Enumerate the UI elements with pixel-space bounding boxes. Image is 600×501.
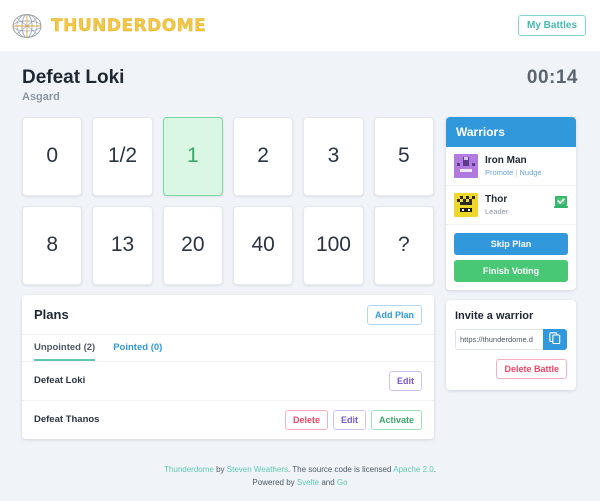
vote-card-13[interactable]: 13: [92, 205, 153, 285]
plan-actions: Edit: [389, 370, 422, 391]
warrior-info: Thor Leader: [485, 194, 547, 216]
finish-voting-button[interactable]: Finish Voting: [454, 259, 568, 282]
nudge-link[interactable]: Nudge: [520, 168, 542, 177]
list-item: Thor Leader: [446, 186, 576, 225]
warrior-info: Iron Man Promote | Nudge: [485, 155, 568, 177]
warrior-name: Iron Man: [485, 154, 527, 166]
promote-link[interactable]: Promote: [485, 168, 513, 177]
warrior-role: Leader: [485, 206, 509, 216]
footer-by-text: by: [213, 465, 227, 475]
main-column: 0 1/2 1 2 3 5 8 13 20 40 100 ? Plans Add…: [22, 116, 434, 439]
vote-card-row-1: 0 1/2 1 2 3 5: [22, 116, 434, 196]
plans-tabs: Unpointed (2) Pointed (0): [22, 335, 434, 362]
footer-license-end: .: [433, 465, 436, 475]
avatar-thor: [454, 192, 478, 217]
plan-name: Defeat Thanos: [34, 414, 100, 426]
tab-pointed[interactable]: Pointed (0): [113, 335, 162, 361]
vote-card-3[interactable]: 3: [303, 116, 364, 196]
vote-card-5[interactable]: 5: [373, 116, 434, 196]
battle-timer: 00:14: [526, 67, 578, 88]
footer: Thunderdome by Steven Weathers. The sour…: [0, 450, 600, 501]
footer-author-link[interactable]: Steven Weathers: [227, 465, 288, 474]
add-plan-button[interactable]: Add Plan: [366, 304, 422, 325]
edit-plan-button[interactable]: Edit: [389, 370, 422, 391]
battle-subtitle: Asgard: [22, 90, 60, 103]
footer-thunderdome-link[interactable]: Thunderdome: [164, 465, 214, 474]
avatar-iron-man: [454, 153, 478, 178]
plans-header: Plans Add Plan: [22, 295, 434, 335]
footer-license-link[interactable]: Apache 2.0: [393, 465, 433, 474]
delete-battle-button[interactable]: Delete Battle: [496, 358, 567, 379]
copy-invite-button[interactable]: [543, 328, 567, 350]
battle-title-group: Defeat Loki Asgard: [22, 67, 124, 103]
footer-go-link[interactable]: Go: [337, 478, 348, 487]
vote-card-2[interactable]: 2: [232, 116, 294, 196]
footer-line-1: Thunderdome by Steven Weathers. The sour…: [0, 464, 600, 476]
vote-check-badge: [554, 195, 568, 214]
warriors-header: Warriors: [446, 116, 576, 147]
warrior-name: Thor: [485, 193, 508, 205]
footer-license-text: . The source code is licensed: [287, 465, 394, 475]
table-row: Defeat Loki Edit: [22, 362, 434, 401]
vote-card-40[interactable]: 40: [232, 205, 294, 285]
table-row: Defeat Thanos Delete Edit Activate: [22, 401, 434, 439]
dome-logo-icon: [10, 9, 44, 43]
activate-plan-button[interactable]: Activate: [370, 409, 422, 430]
plan-name: Defeat Loki: [34, 375, 86, 387]
footer-powered-text: Powered by: [252, 477, 297, 487]
tab-unpointed[interactable]: Unpointed (2): [34, 335, 96, 361]
page-title: Defeat Loki: [22, 67, 125, 88]
vote-card-half[interactable]: 1/2: [92, 116, 153, 196]
delete-plan-button[interactable]: Delete: [284, 409, 328, 430]
brand[interactable]: THUNDERDOME: [10, 9, 206, 43]
skip-plan-button[interactable]: Skip Plan: [454, 232, 568, 255]
invite-panel: Invite a warrior Delete Battle: [446, 299, 576, 390]
footer-svelte-link[interactable]: Svelte: [297, 478, 319, 487]
vote-card-row-2: 8 13 20 40 100 ?: [22, 205, 434, 285]
footer-and-text: and: [319, 477, 337, 487]
invite-url-input[interactable]: [455, 328, 543, 350]
action-separator: |: [515, 167, 518, 177]
battle-header: Defeat Loki Asgard 00:14: [22, 67, 578, 103]
my-battles-button[interactable]: My Battles: [517, 15, 586, 36]
vote-card-0[interactable]: 0: [22, 116, 83, 196]
invite-title: Invite a warrior: [455, 309, 534, 322]
footer-line-2: Powered by Svelte and Go: [0, 477, 600, 489]
warriors-panel: Warriors Iron Man Promote | Nudge Thor L…: [446, 116, 576, 290]
copy-icon: [549, 332, 561, 347]
vote-card-8[interactable]: 8: [22, 205, 83, 285]
delete-battle-row: Delete Battle: [455, 358, 567, 379]
columns: 0 1/2 1 2 3 5 8 13 20 40 100 ? Plans Add…: [22, 116, 578, 439]
brand-title: THUNDERDOME: [51, 15, 207, 36]
list-item: Iron Man Promote | Nudge: [446, 147, 576, 186]
plans-panel: Plans Add Plan Unpointed (2) Pointed (0)…: [22, 294, 434, 439]
warrior-actions: Promote | Nudge: [485, 168, 568, 177]
sidebar: Warriors Iron Man Promote | Nudge Thor L…: [446, 116, 576, 400]
page-content: Defeat Loki Asgard 00:14 0 1/2 1 2 3 5 8…: [0, 51, 600, 450]
warriors-actions: Skip Plan Finish Voting: [446, 225, 576, 290]
vote-card-1-selected[interactable]: 1: [162, 116, 223, 196]
edit-plan-button[interactable]: Edit: [332, 409, 366, 430]
vote-card-unknown[interactable]: ?: [373, 205, 434, 285]
navbar: THUNDERDOME My Battles: [0, 0, 600, 51]
vote-card-20[interactable]: 20: [162, 205, 223, 285]
plan-actions: Delete Edit Activate: [284, 409, 422, 430]
vote-card-100[interactable]: 100: [303, 205, 364, 285]
plans-title: Plans: [34, 307, 69, 323]
invite-url-row: [455, 328, 567, 350]
